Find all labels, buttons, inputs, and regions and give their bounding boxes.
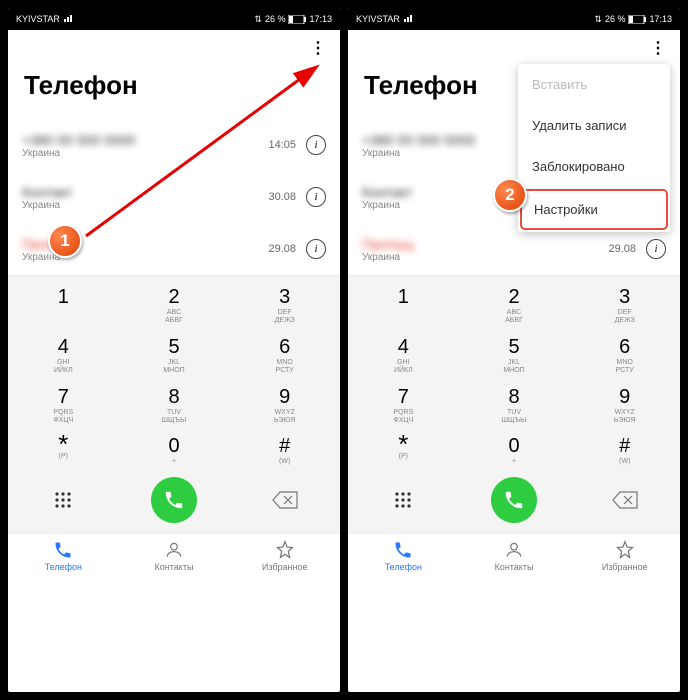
more-menu-button[interactable]: ⋮ bbox=[306, 36, 330, 60]
bottom-nav: Телефон Контакты Избранное bbox=[348, 533, 680, 580]
nav-favorites[interactable]: Избранное bbox=[569, 540, 680, 572]
key-1[interactable]: 1 bbox=[8, 282, 119, 332]
battery-label: 26 % bbox=[265, 14, 286, 24]
nav-phone[interactable]: Телефон bbox=[8, 540, 119, 572]
key-0[interactable]: 0+ bbox=[119, 431, 230, 472]
key-hash[interactable]: #(W) bbox=[569, 431, 680, 472]
key-9[interactable]: 9WXYZЬЭЮЯ bbox=[569, 382, 680, 432]
keypad-toggle-icon[interactable] bbox=[41, 490, 85, 510]
menu-paste[interactable]: Вставить bbox=[518, 64, 670, 105]
key-6[interactable]: 6MNOРСТУ bbox=[569, 332, 680, 382]
nav-phone[interactable]: Телефон bbox=[348, 540, 459, 572]
nav-favorites[interactable]: Избранное bbox=[229, 540, 340, 572]
key-7[interactable]: 7PQRSФХЦЧ bbox=[348, 382, 459, 432]
nav-contacts[interactable]: Контакты bbox=[459, 540, 570, 572]
key-4[interactable]: 4GHIИЙКЛ bbox=[348, 332, 459, 382]
backspace-icon[interactable] bbox=[603, 491, 647, 509]
key-9[interactable]: 9WXYZЬЭЮЯ bbox=[229, 382, 340, 432]
backspace-icon[interactable] bbox=[263, 491, 307, 509]
dialpad: 1 2ABCАБВГ3DEFДЕЖЗ 4GHIИЙКЛ5JKLМНОП6MNOР… bbox=[348, 275, 680, 533]
annotation-arrow bbox=[80, 58, 330, 248]
call-button[interactable] bbox=[151, 477, 197, 523]
keypad-toggle-icon[interactable] bbox=[381, 490, 425, 510]
nav-contacts[interactable]: Контакты bbox=[119, 540, 230, 572]
phone-screen-right: KYIVSTAR ⇅26 %17:13 ⋮ Телефон Вставить У… bbox=[348, 8, 680, 692]
menu-settings[interactable]: Настройки bbox=[520, 189, 668, 230]
key-2[interactable]: 2ABCАБВГ bbox=[119, 282, 230, 332]
key-0[interactable]: 0+ bbox=[459, 431, 570, 472]
key-3[interactable]: 3DEFДЕЖЗ bbox=[569, 282, 680, 332]
key-3[interactable]: 3DEFДЕЖЗ bbox=[229, 282, 340, 332]
info-icon[interactable]: i bbox=[646, 239, 666, 259]
status-bar: KYIVSTAR ⇅26 %17:13 bbox=[8, 8, 340, 30]
annotation-marker-2: 2 bbox=[493, 178, 527, 212]
key-4[interactable]: 4GHIИЙКЛ bbox=[8, 332, 119, 382]
more-menu-button[interactable]: ⋮ bbox=[646, 36, 670, 60]
key-star[interactable]: *(P) bbox=[8, 431, 119, 472]
annotation-marker-1: 1 bbox=[48, 224, 82, 258]
menu-blocked[interactable]: Заблокировано bbox=[518, 146, 670, 187]
key-5[interactable]: 5JKLМНОП bbox=[459, 332, 570, 382]
key-6[interactable]: 6MNOРСТУ bbox=[229, 332, 340, 382]
menu-delete-records[interactable]: Удалить записи bbox=[518, 105, 670, 146]
key-8[interactable]: 8TUVШЩЪЫ bbox=[119, 382, 230, 432]
status-bar: KYIVSTAR ⇅26 %17:13 bbox=[348, 8, 680, 30]
key-1[interactable]: 1 bbox=[348, 282, 459, 332]
time-label: 17:13 bbox=[309, 14, 332, 24]
call-button[interactable] bbox=[491, 477, 537, 523]
overflow-menu: Вставить Удалить записи Заблокировано На… bbox=[518, 64, 670, 232]
key-7[interactable]: 7PQRSФХЦЧ bbox=[8, 382, 119, 432]
key-5[interactable]: 5JKLМНОП bbox=[119, 332, 230, 382]
bottom-nav: Телефон Контакты Избранное bbox=[8, 533, 340, 580]
carrier-label: KYIVSTAR bbox=[16, 14, 60, 24]
dialpad: 1 2ABCАБВГ3DEFДЕЖЗ 4GHIИЙКЛ5JKLМНОП6MNOР… bbox=[8, 275, 340, 533]
key-8[interactable]: 8TUVШЩЪЫ bbox=[459, 382, 570, 432]
key-star[interactable]: *(P) bbox=[348, 431, 459, 472]
key-hash[interactable]: #(W) bbox=[229, 431, 340, 472]
phone-screen-left: KYIVSTAR ⇅26 %17:13 ⋮ Телефон +380 00 00… bbox=[8, 8, 340, 692]
key-2[interactable]: 2ABCАБВГ bbox=[459, 282, 570, 332]
